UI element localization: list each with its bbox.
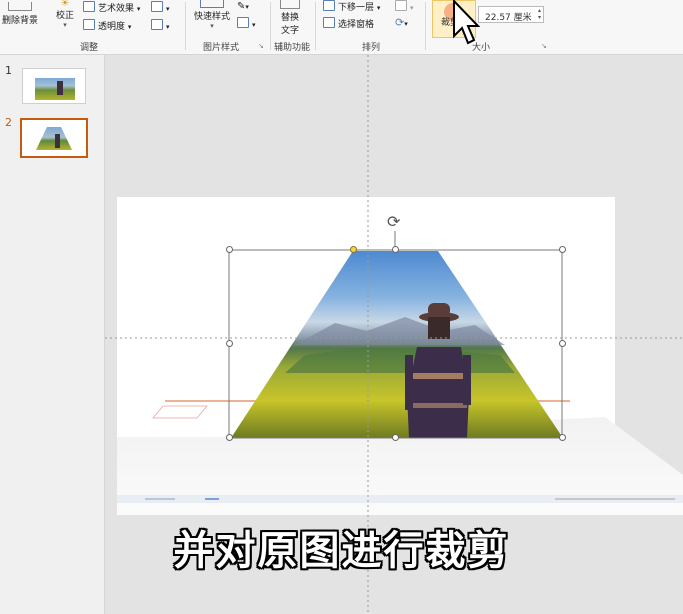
sun-icon: ☀ <box>60 0 70 9</box>
quick-styles-icon <box>200 0 224 8</box>
alt-text-label-line1: 替换 <box>280 13 299 23</box>
artistic-effects-label: 艺术效果 <box>98 4 135 14</box>
accessibility-group-label: 辅助功能 <box>274 43 311 53</box>
slide-number: 1 <box>5 64 12 77</box>
resize-handle-bottom-right[interactable] <box>559 434 566 441</box>
align-icon <box>395 0 407 11</box>
dialog-launcher-icon[interactable]: ↘ <box>541 42 547 50</box>
alt-text-label-line2: 文字 <box>280 26 299 36</box>
picture-effects-icon <box>237 17 249 28</box>
alt-text-button[interactable]: 替换 文字 <box>280 0 300 36</box>
width-value: 22.57 厘米 <box>485 13 532 23</box>
chevron-down-icon: ▾ <box>410 4 414 12</box>
selection-pane-button[interactable]: 选择窗格 <box>323 17 374 30</box>
resize-handle-top-left[interactable] <box>226 246 233 253</box>
thumbnail-person <box>57 81 63 95</box>
mouse-pointer-icon <box>453 0 480 45</box>
resize-handle-bottom-left[interactable] <box>226 434 233 441</box>
picture-border-button[interactable]: ✎▾ <box>237 1 249 12</box>
corrections-label: 校正 <box>55 11 74 21</box>
rotate-button[interactable]: ⟳▾ <box>395 16 408 29</box>
chevron-down-icon: ▾ <box>166 5 170 13</box>
selection-pane-icon <box>323 17 335 28</box>
shape-adjust-handle[interactable] <box>350 246 357 253</box>
change-picture-button[interactable]: ▾ <box>151 19 170 32</box>
resize-handle-right[interactable] <box>559 340 566 347</box>
transparency-label: 透明度 <box>98 22 126 32</box>
resize-handle-top[interactable] <box>392 246 399 253</box>
resize-handle-left[interactable] <box>226 340 233 347</box>
thumbnail-image <box>35 78 75 100</box>
chevron-down-icon: ▾ <box>166 23 170 31</box>
resize-handle-top-right[interactable] <box>559 246 566 253</box>
transparency-icon <box>83 19 95 30</box>
picture-effects-button[interactable]: ▾ <box>237 17 256 30</box>
corrections-button[interactable]: ☀ 校正 ▾ <box>54 0 76 29</box>
chevron-down-icon: ▾ <box>127 23 132 31</box>
group-divider <box>425 2 426 50</box>
group-divider <box>315 2 316 50</box>
adjust-group-label: 调整 <box>80 43 99 53</box>
remove-background-icon <box>8 2 32 11</box>
thumbnail-trapezoid-image <box>36 127 72 150</box>
transparency-button[interactable]: 透明度 ▾ <box>83 19 131 32</box>
artistic-effects-button[interactable]: 艺术效果 ▾ <box>83 1 140 14</box>
dialog-launcher-icon[interactable]: ↘ <box>258 42 264 50</box>
remove-background-button[interactable]: 删除背景 <box>2 2 38 26</box>
group-divider <box>185 2 186 50</box>
send-backward-label: 下移一层 <box>338 3 375 13</box>
align-button[interactable]: ▾ <box>395 0 414 13</box>
send-backward-icon <box>323 0 335 11</box>
send-backward-button[interactable]: 下移一层 ▾ <box>323 0 380 13</box>
chevron-down-icon: ▾ <box>210 22 214 30</box>
rotate-handle-icon[interactable]: ⟳ <box>387 214 400 230</box>
rotate-icon: ⟳ <box>395 16 405 29</box>
slide-thumbnail-2[interactable] <box>20 118 88 158</box>
video-subtitle: 并对原图进行裁剪 <box>173 528 510 574</box>
quick-styles-label: 快速样式 <box>194 12 231 22</box>
change-picture-icon <box>151 19 163 30</box>
selection-pane-label: 选择窗格 <box>338 20 375 30</box>
chevron-down-icon: ▾ <box>63 21 67 29</box>
chevron-down-icon: ▾ <box>245 3 249 11</box>
chevron-down-icon: ▾ <box>136 5 141 13</box>
artistic-effects-icon <box>83 1 95 12</box>
compress-pictures-button[interactable]: ▾ <box>151 1 170 14</box>
alt-text-icon <box>280 0 300 9</box>
quick-styles-button[interactable]: 快速样式 ▾ <box>194 0 230 30</box>
spinner-icon[interactable]: ▴ ▾ <box>538 7 541 21</box>
compress-icon <box>151 1 163 12</box>
arrange-group-label: 排列 <box>362 43 381 53</box>
ribbon: 删除背景 ☀ 校正 ▾ 艺术效果 ▾ 透明度 ▾ ▾ ▾ 调整 快速样式 ▾ ✎… <box>0 0 683 55</box>
picture-styles-group-label: 图片样式 <box>203 43 240 53</box>
group-divider <box>270 2 271 50</box>
chevron-down-icon: ▾ <box>252 21 256 29</box>
chevron-down-icon: ▾ <box>404 20 408 28</box>
resize-handle-bottom[interactable] <box>392 434 399 441</box>
slide-number: 2 <box>5 116 12 129</box>
slide-thumbnail-1[interactable] <box>22 68 86 104</box>
chevron-down-icon: ▾ <box>376 4 381 12</box>
remove-background-label: 删除背景 <box>2 16 39 26</box>
width-input[interactable]: 22.57 厘米 ▴ ▾ <box>478 6 544 23</box>
